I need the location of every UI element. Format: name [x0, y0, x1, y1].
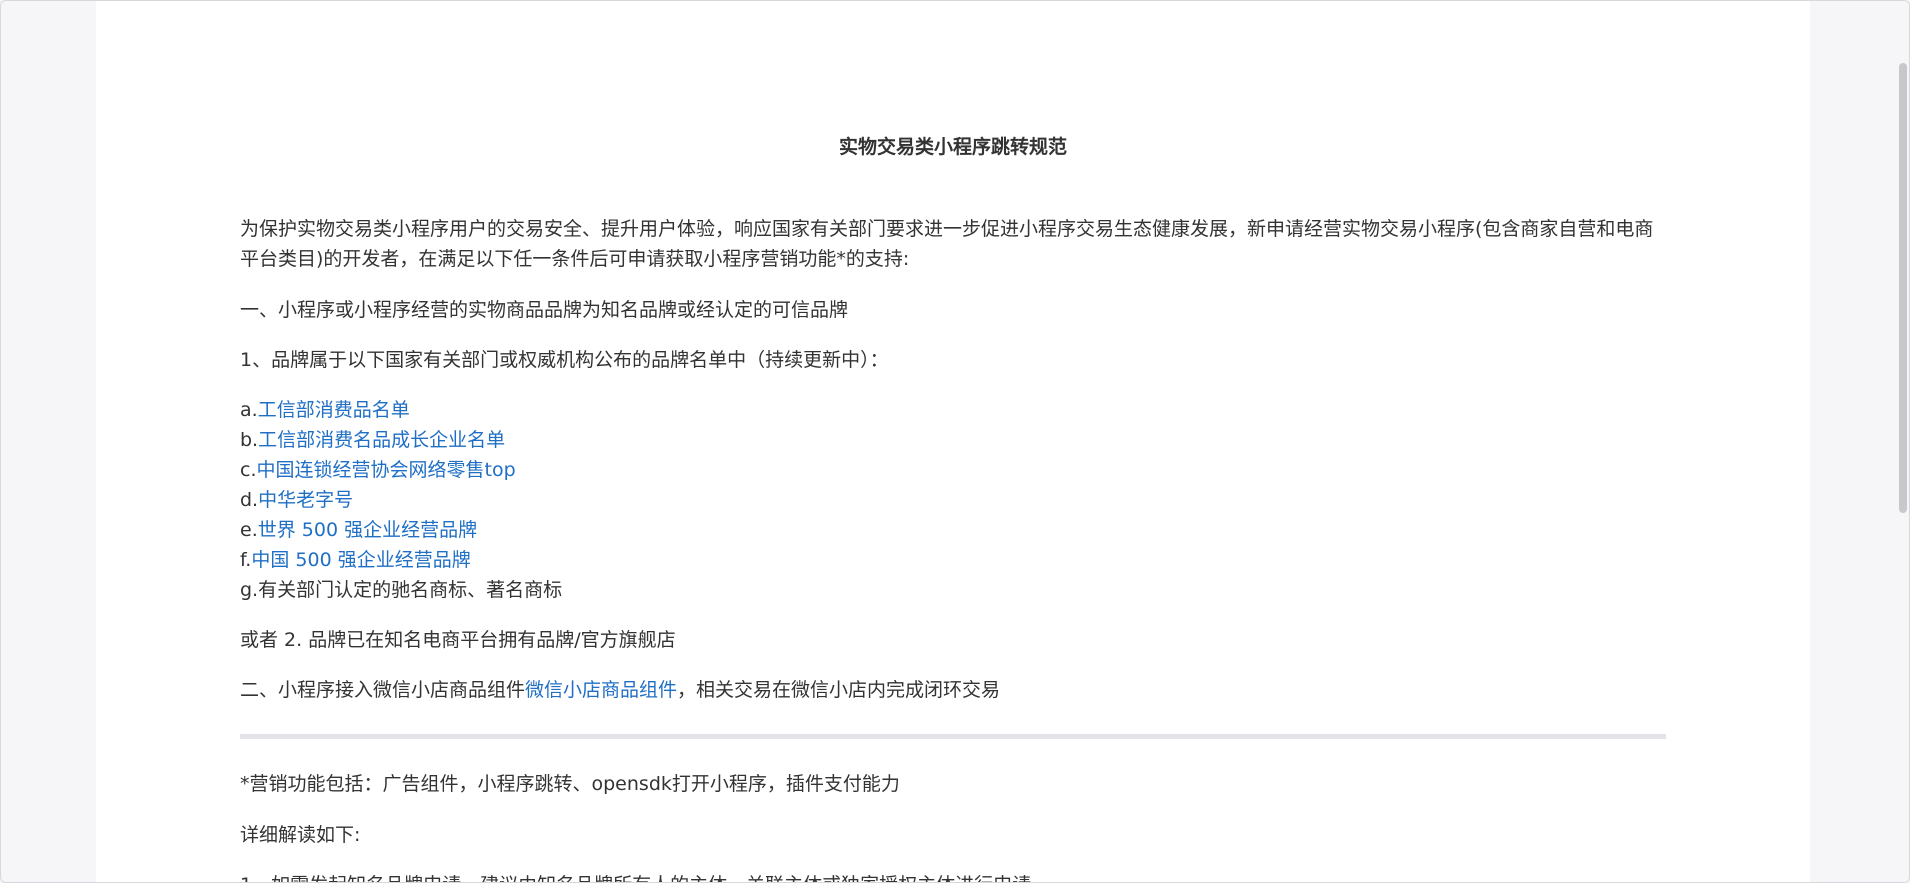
- condition-1-text: 1、品牌属于以下国家有关部门或权威机构公布的品牌名单中（持续更新中）：: [240, 349, 889, 371]
- scrollbar-thumb[interactable]: [1899, 63, 1907, 513]
- link-china-500-brands[interactable]: 中国 500 强企业经营品牌: [251, 549, 470, 571]
- list-item: e.世界 500 强企业经营品牌: [240, 515, 1666, 545]
- brand-list: a.工信部消费品名单 b.工信部消费名品成长企业名单 c.中国连锁经营协会网络零…: [240, 395, 1666, 605]
- link-china-time-honored-brands[interactable]: 中华老字号: [258, 489, 353, 511]
- section-2-suffix: ，相关交易在微信小店内完成闭环交易: [677, 679, 1001, 701]
- condition-2-text: 或者 2. 品牌已在知名电商平台拥有品牌/官方旗舰店: [240, 629, 676, 651]
- list-item: b.工信部消费名品成长企业名单: [240, 425, 1666, 455]
- link-world-500-brands[interactable]: 世界 500 强企业经营品牌: [258, 519, 477, 541]
- section-2-prefix: 二、小程序接入微信小店商品组件: [240, 679, 526, 701]
- list-item: f.中国 500 强企业经营品牌: [240, 545, 1666, 575]
- list-item: g.有关部门认定的驰名商标、著名商标: [240, 579, 563, 601]
- section-divider: [240, 734, 1666, 739]
- page-title: 实物交易类小程序跳转规范: [838, 136, 1067, 158]
- detail-label: 详细解读如下:: [240, 824, 361, 846]
- browser-window: 实物交易类小程序跳转规范 为保护实物交易类小程序用户的交易安全、提升用户体验，响…: [0, 0, 1910, 883]
- intro-paragraph: 为保护实物交易类小程序用户的交易安全、提升用户体验，响应国家有关部门要求进一步促…: [240, 218, 1654, 270]
- section-1-heading: 一、小程序或小程序经营的实物商品品牌为知名品牌或经认定的可信品牌: [240, 299, 849, 321]
- list-item: c.中国连锁经营协会网络零售top: [240, 455, 1666, 485]
- marketing-note: *营销功能包括：广告组件，小程序跳转、opensdk打开小程序，插件支付能力: [240, 773, 900, 795]
- list-item-prefix: a.: [240, 399, 258, 421]
- list-item-prefix: f.: [240, 549, 252, 571]
- link-miit-growth-enterprises[interactable]: 工信部消费名品成长企业名单: [258, 429, 505, 451]
- list-item: d.中华老字号: [240, 485, 1666, 515]
- detail-item-1: 1、如需发起知名品牌申请，建议由知名品牌所有人的主体、关联主体或独家授权主体进行…: [240, 870, 1666, 882]
- link-miit-consumer-goods[interactable]: 工信部消费品名单: [258, 399, 410, 421]
- list-item-prefix: d.: [240, 489, 259, 511]
- section-2-heading: 二、小程序接入微信小店商品组件微信小店商品组件，相关交易在微信小店内完成闭环交易: [240, 675, 1666, 705]
- document-page: 实物交易类小程序跳转规范 为保护实物交易类小程序用户的交易安全、提升用户体验，响…: [96, 1, 1810, 882]
- link-wechat-shop-component[interactable]: 微信小店商品组件: [525, 679, 677, 701]
- list-item: a.工信部消费品名单: [240, 395, 1666, 425]
- vertical-scrollbar[interactable]: [1895, 1, 1909, 882]
- list-item-prefix: e.: [240, 519, 258, 541]
- list-item-prefix: b.: [240, 429, 259, 451]
- link-ccfa-online-retail-top[interactable]: 中国连锁经营协会网络零售top: [257, 459, 516, 481]
- list-item-prefix: c.: [240, 459, 257, 481]
